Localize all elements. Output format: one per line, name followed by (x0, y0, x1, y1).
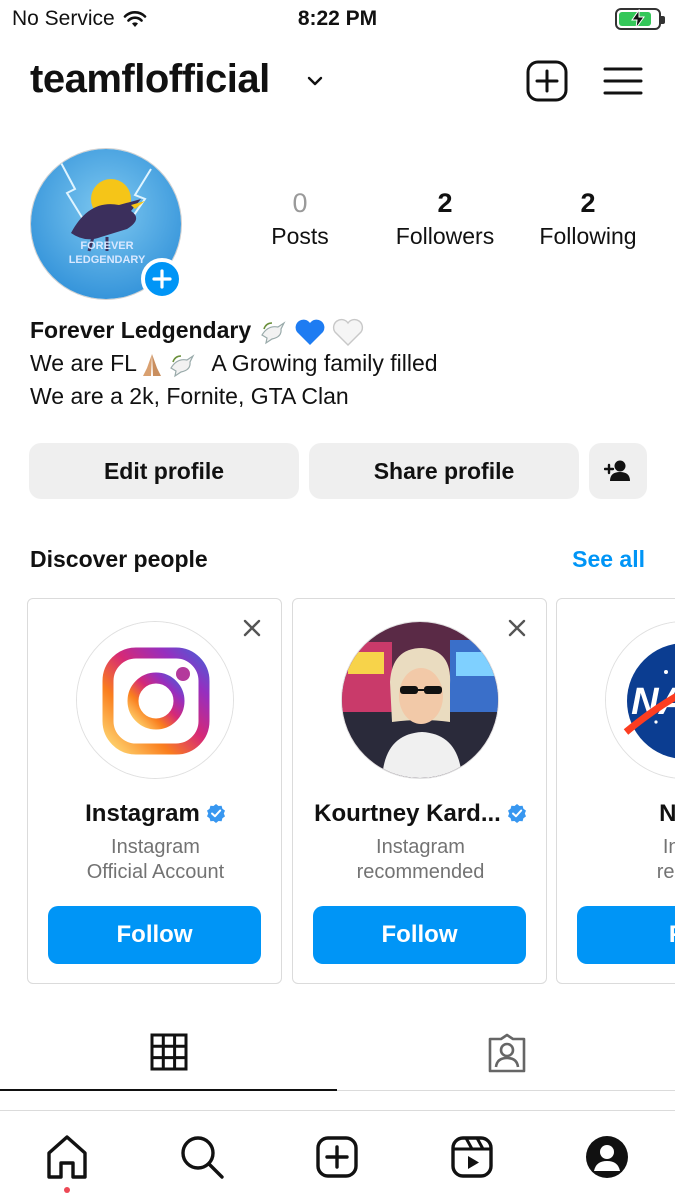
follow-button[interactable]: Follow (313, 906, 526, 964)
bottom-nav (0, 1110, 675, 1200)
nasa-logo-icon: NASA (606, 622, 675, 778)
create-post-icon[interactable] (313, 1133, 361, 1181)
suggestion-subtitle: Insta recom (557, 835, 675, 885)
add-person-icon (604, 460, 630, 481)
menu-icon[interactable] (601, 59, 645, 103)
profile-bio: Forever Ledgendary We are FL A Growing f… (30, 314, 650, 413)
suggestion-name-text: Instagram (85, 800, 200, 827)
share-profile-button[interactable]: Share profile (309, 443, 579, 499)
profile-icon[interactable] (583, 1133, 631, 1181)
bio-line-1-rest: A Growing family filled (211, 350, 438, 376)
display-name: Forever Ledgendary (30, 317, 252, 343)
chevron-down-icon[interactable] (305, 71, 325, 91)
subtitle-line: Instagram (111, 836, 200, 858)
edit-profile-button[interactable]: Edit profile (29, 443, 299, 499)
suggestion-avatar[interactable]: NASA (605, 621, 675, 779)
notification-dot (64, 1187, 70, 1193)
profile-stats: 0 Posts 2 Followers 2 Following (230, 188, 660, 258)
praying-hands-emoji-icon (142, 353, 161, 376)
suggestion-subtitle: Instagram recommended (293, 835, 548, 885)
add-story-icon[interactable] (141, 258, 183, 300)
clock: 8:22 PM (297, 7, 378, 30)
bio-line-1: We are FL (30, 350, 137, 376)
suggestion-subtitle: Instagram Official Account (28, 835, 283, 885)
tab-tagged[interactable] (338, 1015, 675, 1091)
grid-icon (150, 1033, 187, 1071)
tagged-person-icon (488, 1033, 525, 1073)
stat-value: 2 (580, 188, 596, 218)
suggestion-avatar[interactable] (341, 621, 499, 779)
following-count[interactable]: 2 Following (528, 188, 648, 250)
discover-people-title: Discover people (30, 546, 208, 572)
avatar-text-1: FOREVER (80, 240, 133, 252)
dove-emoji-icon (260, 321, 286, 345)
subtitle-line: Insta (662, 836, 675, 858)
avatar-text-2: LEDGENDARY (69, 254, 146, 266)
profile-actions: Edit profile Share profile (29, 443, 647, 499)
suggestion-name: NAS (659, 800, 675, 827)
dove-emoji-icon (170, 354, 195, 378)
suggestion-avatar[interactable] (76, 621, 234, 779)
followers-count[interactable]: 2 Followers (382, 188, 508, 250)
stat-value: 0 (292, 188, 308, 218)
discover-people-button[interactable] (589, 443, 647, 499)
status-bar: No Service 8:22 PM (0, 0, 675, 38)
battery-icon (615, 8, 665, 30)
subtitle-line: Official Account (86, 861, 225, 883)
home-icon[interactable] (43, 1133, 91, 1181)
verified-badge-icon (507, 804, 526, 823)
suggestions-carousel[interactable]: Instagram Instagram Official Account Fol… (0, 598, 675, 986)
suggestion-name: Instagram (28, 800, 283, 828)
subtitle-line: Instagram (376, 836, 465, 858)
stat-label: Posts (271, 223, 329, 249)
instagram-logo-icon (77, 622, 233, 778)
follow-button[interactable]: Follow (48, 906, 261, 964)
username-switcher[interactable]: teamflofficial (30, 57, 270, 102)
close-icon[interactable] (241, 617, 263, 639)
verified-badge-icon (206, 804, 225, 823)
subtitle-line: recom (656, 861, 675, 883)
suggestion-card: NASA NAS Insta recom Fo (556, 598, 675, 984)
white-heart-emoji-icon (333, 318, 364, 346)
stat-label: Following (539, 223, 637, 249)
see-all-link[interactable]: See all (572, 546, 645, 573)
subtitle-line: recommended (356, 861, 485, 883)
blue-heart-emoji-icon (295, 319, 325, 345)
suggestion-name: Kourtney Kard... (293, 800, 548, 828)
suggestion-card: Kourtney Kard... Instagram recommended F… (292, 598, 547, 984)
posts-count[interactable]: 0 Posts (255, 188, 345, 250)
new-post-icon[interactable] (525, 59, 569, 103)
tab-posts-grid[interactable] (0, 1015, 337, 1091)
profile-tabs (0, 1015, 675, 1091)
profile-header: teamflofficial (30, 55, 645, 111)
bio-line-2: We are a 2k, Fornite, GTA Clan (30, 383, 349, 409)
person-photo-image (342, 622, 498, 778)
stat-value: 2 (437, 188, 453, 218)
suggestion-name-text: Kourtney Kard... (314, 800, 501, 827)
search-icon[interactable] (178, 1133, 226, 1181)
reels-icon[interactable] (448, 1133, 496, 1181)
close-icon[interactable] (506, 617, 528, 639)
stat-label: Followers (395, 223, 495, 249)
follow-button[interactable]: Fo (577, 906, 675, 964)
suggestion-card: Instagram Instagram Official Account Fol… (27, 598, 282, 984)
